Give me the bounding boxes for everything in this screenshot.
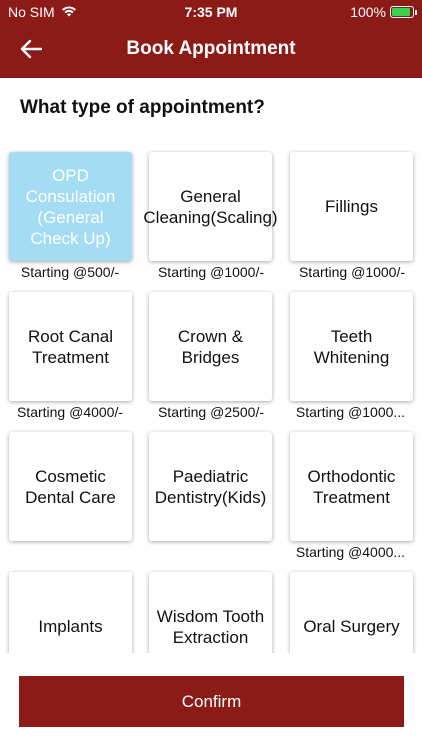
service-name: Paediatric Dentistry(Kids) <box>154 466 267 507</box>
service-card-teeth-whitening[interactable]: Teeth Whitening <box>290 292 413 401</box>
service-card-wisdom-tooth[interactable]: Wisdom Tooth Extraction <box>149 572 272 653</box>
services-grid: OPD Consulation (General Check Up) Start… <box>0 150 422 653</box>
service-card-opd[interactable]: OPD Consulation (General Check Up) <box>9 152 132 261</box>
service-name: Oral Surgery <box>303 617 400 636</box>
status-bar: No SIM 7:35 PM 100% <box>0 0 422 24</box>
service-name: Teeth Whitening <box>313 326 390 367</box>
service-card-fillings[interactable]: Fillings <box>290 152 413 261</box>
service-price: Starting @1000... <box>295 404 406 420</box>
service-name: Fillings <box>325 197 378 216</box>
confirm-button[interactable]: Confirm <box>19 676 404 727</box>
battery-icon <box>390 6 417 18</box>
service-name: OPD Consulation (General Check Up) <box>25 165 116 248</box>
page-title: Book Appointment <box>126 38 296 59</box>
service-name: Implants <box>38 617 103 636</box>
service-card-root-canal[interactable]: Root Canal Treatment <box>9 292 132 401</box>
service-name: Cosmetic Dental Care <box>25 466 116 507</box>
service-name: Crown & Bridges <box>177 326 244 367</box>
service-card-crown-bridges[interactable]: Crown & Bridges <box>149 292 272 401</box>
service-price: Starting @4000/- <box>16 404 124 420</box>
nav-bar: Book Appointment <box>0 24 422 78</box>
appointment-type-question: What type of appointment? <box>20 97 265 118</box>
service-card-cosmetic[interactable]: Cosmetic Dental Care <box>9 432 132 541</box>
service-price: Starting @1000/- <box>157 264 265 280</box>
status-right: 100% <box>350 4 417 20</box>
service-name: Orthodontic Treatment <box>307 466 396 507</box>
service-card-orthodontic[interactable]: Orthodontic Treatment <box>290 432 413 541</box>
service-price: Starting @2500/- <box>157 404 265 420</box>
service-name: General Cleaning(Scaling) <box>143 186 278 227</box>
service-price: Starting @500/- <box>20 264 120 280</box>
service-name: Wisdom Tooth Extraction <box>156 606 265 647</box>
service-card-cleaning[interactable]: General Cleaning(Scaling) <box>143 152 278 261</box>
service-card-oral-surgery[interactable]: Oral Surgery <box>290 572 413 653</box>
bottom-bar: Confirm <box>0 653 422 750</box>
service-name: Root Canal Treatment <box>27 326 114 367</box>
service-card-paediatric[interactable]: Paediatric Dentistry(Kids) <box>149 432 272 541</box>
battery-percent: 100% <box>350 4 386 20</box>
service-price: Starting @4000... <box>295 544 406 560</box>
service-card-implants[interactable]: Implants <box>9 572 132 653</box>
service-price: Starting @1000/- <box>298 264 406 280</box>
